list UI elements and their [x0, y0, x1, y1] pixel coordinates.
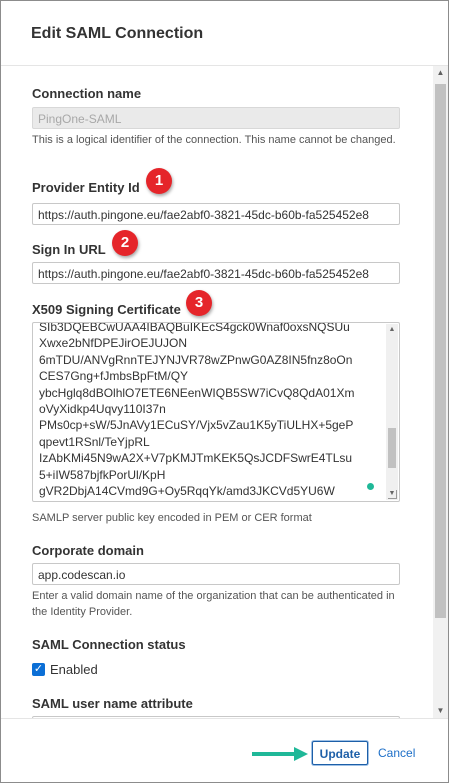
- certificate-line: Xwxe2bNfDPEJirOEJUJON: [39, 336, 188, 351]
- connection-name-input[interactable]: PingOne-SAML: [32, 107, 400, 129]
- corporate-domain-help: Enter a valid domain name of the organiz…: [32, 590, 395, 618]
- annotation-badge-3: 3: [186, 290, 212, 316]
- connection-status-label: SAML Connection status: [32, 637, 186, 652]
- certificate-scroll-thumb[interactable]: [388, 428, 396, 468]
- form-scroll-area[interactable]: Connection name PingOne-SAML This is a l…: [1, 66, 433, 718]
- dialog-scrollbar[interactable]: ▲ ▼: [433, 66, 448, 718]
- scroll-down-icon[interactable]: ▼: [433, 704, 448, 718]
- certificate-line: IzAbKMi45N9wA2X+V7pKMJTmKEK5QsJCDFSwrE4T…: [39, 451, 353, 466]
- scroll-up-icon[interactable]: ▲: [433, 66, 448, 80]
- certificate-line: qpevt1RSnl/TeYjpRL: [39, 434, 150, 449]
- dialog-title: Edit SAML Connection: [31, 25, 204, 42]
- certificate-text: SIb3DQEBCwUAA4IBAQBuIKEcS4gck0Wnaf0oxsNQ…: [39, 322, 383, 501]
- certificate-line: oVyXidkp4Uqvy110I37n: [39, 402, 166, 417]
- certificate-help: SAMLP server public key encoded in PEM o…: [32, 512, 312, 524]
- corporate-domain-label: Corporate domain: [32, 543, 144, 558]
- grammarly-dot-icon: [367, 483, 374, 490]
- certificate-line: gVR2DbjA14CVmd9G+Oy5RqqYk/amd3JKCVd5YU6W: [39, 484, 335, 499]
- cancel-link[interactable]: Cancel: [378, 741, 415, 765]
- connection-name-label: Connection name: [32, 86, 142, 101]
- corporate-domain-input[interactable]: app.codescan.io: [32, 563, 400, 585]
- certificate-line: CES7Gng+fJmbsBpFtM/QY: [39, 369, 189, 384]
- enabled-checkbox[interactable]: ✓: [32, 663, 45, 676]
- arrow-right-icon: [252, 747, 308, 761]
- edit-saml-dialog: Edit SAML Connection Connection name Pin…: [0, 0, 449, 783]
- user-name-attribute-label: SAML user name attribute: [32, 696, 193, 711]
- enabled-checkbox-label: Enabled: [50, 662, 98, 677]
- annotation-badge-2: 2: [112, 230, 138, 256]
- annotation-badge-1: 1: [146, 168, 172, 194]
- provider-entity-id-input[interactable]: https://auth.pingone.eu/fae2abf0-3821-45…: [32, 203, 400, 225]
- sign-in-url-label: Sign In URL: [32, 242, 106, 257]
- certificate-scrollbar[interactable]: ▲ ▼: [386, 324, 398, 500]
- provider-entity-id-label: Provider Entity Id: [32, 180, 140, 195]
- certificate-textarea[interactable]: SIb3DQEBCwUAA4IBAQBuIKEcS4gck0Wnaf0oxsNQ…: [32, 322, 400, 502]
- dialog-header: Edit SAML Connection: [1, 1, 448, 66]
- scroll-up-icon[interactable]: ▲: [386, 324, 398, 336]
- certificate-line: -----END CERTIFICATE-----: [39, 499, 383, 501]
- dialog-footer: Update Cancel: [1, 718, 448, 782]
- update-button[interactable]: Update: [312, 741, 368, 765]
- connection-name-help: This is a logical identifier of the conn…: [32, 134, 396, 146]
- dialog-scroll-thumb[interactable]: [435, 84, 446, 618]
- certificate-label: X509 Signing Certificate: [32, 302, 181, 317]
- sign-in-url-input[interactable]: https://auth.pingone.eu/fae2abf0-3821-45…: [32, 262, 400, 284]
- certificate-line: 5+iIW587bjfkPorUl/KpH: [39, 467, 166, 482]
- certificate-line: SIb3DQEBCwUAA4IBAQBuIKEcS4gck0Wnaf0oxsNQ…: [39, 322, 350, 334]
- certificate-line: 6mTDU/ANVgRnnTEJYNJVR78wZPnwG0AZ8IN5fnz8…: [39, 352, 353, 367]
- resize-grip-icon[interactable]: [388, 490, 397, 499]
- certificate-line: PMs0cp+sW/5JnAVy1ECuSY/Vjx5vZau1K5yTiULH…: [39, 418, 354, 433]
- certificate-line: ybcHglq8dBOlhlO7ETE6NEenWIQB5SW7iCvQ8QdA…: [39, 385, 355, 400]
